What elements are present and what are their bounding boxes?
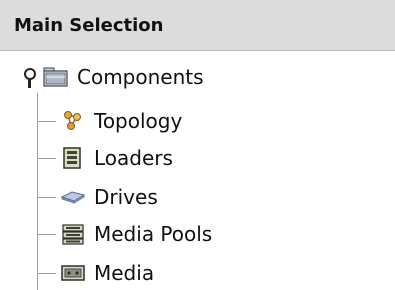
tree-branch-line	[38, 120, 56, 122]
tree-node-label: Loaders	[94, 146, 173, 170]
panel-title: Main Selection	[14, 15, 164, 36]
tree-branch-line	[38, 196, 56, 198]
tree-node-loaders[interactable]: Loaders	[38, 143, 173, 173]
loader-icon	[60, 147, 86, 169]
tree-node-label: Drives	[94, 185, 158, 209]
tree-branch-line	[38, 157, 56, 159]
drive-icon	[60, 186, 86, 208]
tree-node-label: Media Pools	[94, 222, 213, 246]
tree-branch-line	[38, 233, 56, 235]
main-selection-panel: Main Selection Components Topology Loade…	[0, 0, 395, 290]
component-tree: Components Topology Loaders Drives Media…	[0, 51, 395, 290]
tree-expander-icon[interactable]	[22, 66, 37, 88]
media-pool-icon	[60, 223, 86, 245]
tree-node-drives[interactable]: Drives	[38, 182, 158, 212]
topology-icon	[60, 110, 86, 132]
tree-node-label: Media	[94, 261, 155, 285]
tree-node-topology[interactable]: Topology	[38, 106, 182, 136]
tree-node-media-pools[interactable]: Media Pools	[38, 219, 212, 249]
folder-icon	[43, 66, 69, 88]
tree-node-media[interactable]: Media	[38, 258, 154, 288]
media-icon	[60, 262, 86, 284]
tree-branch-line	[38, 272, 56, 274]
tree-node-label: Topology	[94, 109, 183, 133]
tree-node-label: Components	[77, 65, 204, 89]
panel-header: Main Selection	[0, 0, 395, 51]
tree-node-components[interactable]: Components	[22, 62, 204, 92]
